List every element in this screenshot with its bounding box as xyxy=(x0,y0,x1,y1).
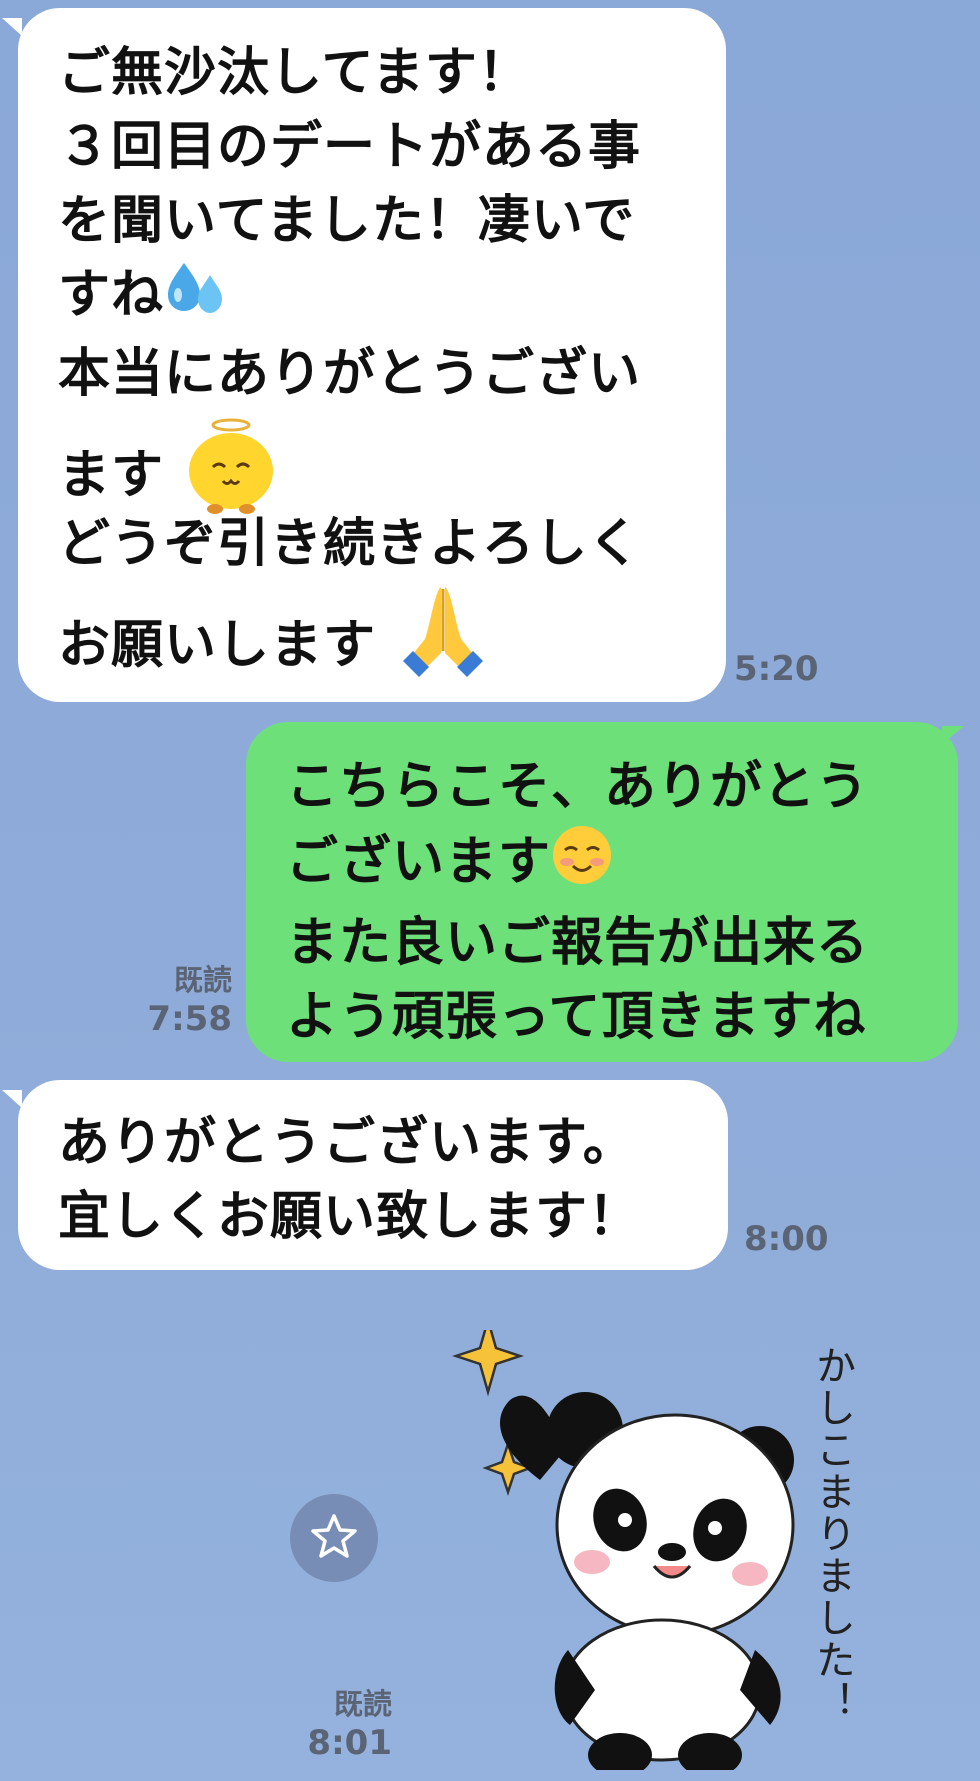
message-time: 7:58 xyxy=(147,999,232,1039)
message-time: 8:01 xyxy=(307,1723,392,1763)
message-line: 宜しくお願い致します！ xyxy=(58,1187,642,1247)
message-line-with-emoji: お願いします xyxy=(58,581,706,677)
message-line: を聞いてました！凄いで xyxy=(58,191,636,251)
message-meta: 5:20 xyxy=(734,648,824,690)
read-receipt: 既読 xyxy=(173,963,232,997)
message-line: どうぞ引き続きよろしく xyxy=(58,514,642,574)
message-line: また良いご報告が出来る xyxy=(286,913,870,973)
message-line: お願いします xyxy=(58,615,377,676)
message-line: ３回目のデートがある事 xyxy=(58,117,642,177)
incoming-message-bubble[interactable]: ご無沙汰してます！ ３回目のデートがある事 を聞いてました！凄いで すね 本当に… xyxy=(18,8,726,702)
panda-sticker[interactable] xyxy=(430,1315,870,1777)
message-line-with-emoji: すね xyxy=(58,258,706,337)
message-line-with-emoji: ございます xyxy=(286,824,938,906)
incoming-message-bubble[interactable]: ありがとうございます。 宜しくお願い致します！ xyxy=(18,1080,728,1270)
message-line-with-emoji: ます xyxy=(58,411,706,514)
smiling-face-icon xyxy=(551,824,613,906)
star-icon xyxy=(309,1511,359,1565)
message-time: 5:20 xyxy=(734,649,819,689)
message-line: よう頑張って頂きますね xyxy=(286,987,867,1047)
incoming-bubble-tail xyxy=(2,1090,22,1108)
message-meta: 8:00 xyxy=(744,1218,834,1260)
message-line: ご無沙汰してます！ xyxy=(58,43,531,103)
panda-sticker-illustration xyxy=(452,1315,795,1777)
message-time: 8:00 xyxy=(744,1219,829,1259)
message-line: すね xyxy=(58,265,165,325)
message-line: ありがとうございます。 xyxy=(58,1113,636,1173)
message-meta: 既読 7:58 xyxy=(140,962,232,1040)
message-line: ございます xyxy=(286,832,552,892)
read-receipt: 既読 xyxy=(333,1687,392,1721)
message-line: ます xyxy=(58,445,165,506)
message-meta: 既読 8:01 xyxy=(300,1686,392,1764)
sweat-droplets-icon xyxy=(164,259,228,337)
incoming-bubble-tail xyxy=(2,18,22,36)
message-line: こちらこそ、ありがとう xyxy=(286,757,870,817)
favorite-button[interactable] xyxy=(290,1494,378,1582)
outgoing-message-bubble[interactable]: こちらこそ、ありがとう ございます また良いご報告が出来る よう頑張って頂きます… xyxy=(246,722,958,1062)
sticker-caption: かしこまりました！ xyxy=(809,1345,855,1723)
message-line: 本当にありがとうござい xyxy=(58,344,642,404)
folded-hands-icon xyxy=(395,581,491,716)
